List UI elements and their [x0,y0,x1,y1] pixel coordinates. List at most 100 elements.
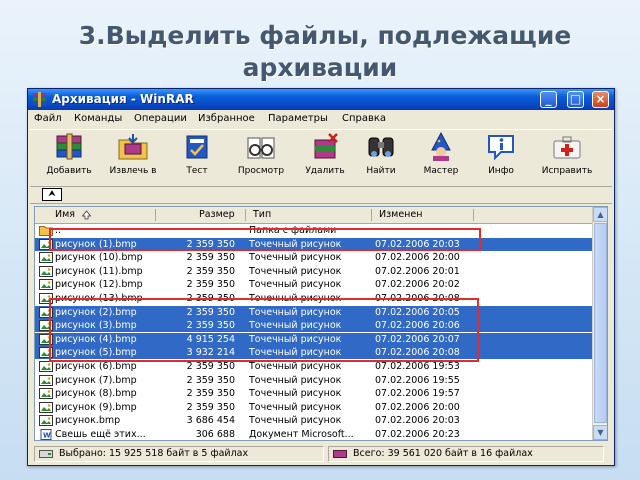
column-size[interactable]: Размер [199,207,235,223]
bitmap-file-icon [39,265,53,277]
info-icon [488,135,514,161]
file-size: 3 932 214 [186,347,235,359]
file-row[interactable]: рисунок (4).bmp 4 915 254 Точечный рисунок… [35,332,592,346]
menu-operations[interactable]: Операции [134,110,187,127]
file-name: рисунок (3).bmp [55,320,137,332]
file-size: 2 359 350 [186,252,235,264]
file-row[interactable]: рисунок (7).bmp 2 359 350 Точечный рисунок… [35,374,592,387]
file-type: Точечный рисунок [249,333,342,345]
minimize-button[interactable]: _ [540,91,557,108]
file-modified: 07.02.2006 20:00 [375,401,460,413]
sort-ascending-icon [81,210,92,220]
file-type: Точечный рисунок [249,388,342,400]
file-size: 2 359 350 [186,388,235,400]
file-modified: 07.02.2006 20:01 [375,265,460,277]
file-row[interactable]: рисунок (6).bmp 2 359 350 Точечный рисунок… [35,360,592,373]
file-modified: 07.02.2006 20:06 [375,320,460,332]
column-modified[interactable]: Изменен [379,207,422,223]
vertical-scrollbar[interactable]: ▲ ▼ [592,207,607,440]
list-header: Имя Размер Тип Изменен [35,207,592,224]
view-button[interactable]: Просмотр [230,130,292,184]
bitmap-file-icon [39,374,53,386]
folder-icon [39,226,53,236]
up-folder-button[interactable]: ⮝ [42,188,62,201]
wizard-button[interactable]: Мастер [410,130,472,184]
file-row[interactable]: рисунок (5).bmp 3 932 214 Точечный рисунок… [35,346,592,360]
scroll-up-arrow-icon[interactable]: ▲ [593,207,607,222]
status-total: Всего: 39 561 020 байт в 16 файлах [328,446,604,462]
column-type[interactable]: Тип [253,207,271,223]
menu-file[interactable]: Файл [34,110,62,127]
file-row[interactable]: рисунок (9).bmp 2 359 350 Точечный рисунок… [35,401,592,414]
find-button[interactable]: Найти [350,130,412,184]
menu-bar: Файл Команды Операции Избранное Параметр… [28,110,614,127]
file-modified: 07.02.2006 20:07 [375,333,460,345]
file-size: 2 359 350 [186,401,235,413]
status-bar: Выбрано: 15 925 518 байт в 5 файлах Всег… [30,445,612,463]
repair-kit-icon [553,136,581,159]
file-type: Точечный рисунок [249,320,342,332]
file-row[interactable]: рисунок (1).bmp 2 359 350 Точечный рисунок… [35,237,592,251]
file-type: Точечный рисунок [249,374,342,386]
repair-button[interactable]: Исправить [536,130,598,184]
scroll-down-arrow-icon[interactable]: ▼ [593,425,607,440]
file-row[interactable]: рисунок (3).bmp 2 359 350 Точечный рисунок… [35,319,592,333]
file-name: рисунок (9).bmp [55,401,137,413]
file-row[interactable]: рисунок.bmp 3 686 454 Точечный рисунок 07.0… [35,414,592,427]
maximize-button[interactable]: □ [567,91,584,108]
slide-title-line2: архивации [242,53,398,82]
file-type: Точечный рисунок [249,279,342,291]
scroll-thumb[interactable] [594,223,607,423]
file-row[interactable]: W Свешь ещё этих... 306 688 Документ Micros… [35,428,592,440]
file-name: рисунок (4).bmp [55,333,137,345]
bitmap-file-icon [39,293,53,304]
find-binoculars-icon [368,137,394,157]
file-list[interactable]: Имя Размер Тип Изменен .. Папка с файлами… [34,206,608,441]
add-label: Добавить [46,166,92,176]
file-row[interactable]: рисунок (2).bmp 2 359 350 Точечный рисунок… [35,305,592,319]
bitmap-file-icon [39,306,53,318]
file-name: рисунок (7).bmp [55,374,137,386]
file-size: 2 359 350 [186,238,235,250]
file-name: .. [55,225,62,236]
test-button[interactable]: Тест [166,130,228,184]
file-row[interactable]: рисунок (8).bmp 2 359 350 Точечный рисунок… [35,387,592,400]
file-modified: 07.02.2006 20:05 [375,306,460,318]
parent-folder-row[interactable]: .. Папка с файлами [35,224,592,237]
file-type: Точечный рисунок [249,347,342,359]
file-row[interactable]: рисунок (11).bmp 2 359 350 Точечный рисуно… [35,265,592,278]
file-modified: 07.02.2006 20:03 [375,238,460,250]
file-type: Документ Microsoft... [249,429,354,440]
file-modified: 07.02.2006 20:00 [375,252,460,264]
bitmap-file-icon [39,388,53,400]
file-name: рисунок.bmp [55,415,121,427]
file-modified: 07.02.2006 20:08 [375,293,460,304]
title-bar[interactable]: Архивация - WinRAR _ □ × [28,89,614,110]
delete-label: Удалить [305,166,345,176]
file-modified: 07.02.2006 20:02 [375,279,460,291]
file-row[interactable]: рисунок (12).bmp 2 359 350 Точечный рисуно… [35,278,592,291]
delete-icon [314,133,338,159]
file-name: рисунок (6).bmp [55,361,137,372]
add-button[interactable]: Добавить [38,130,100,184]
column-name[interactable]: Имя [55,207,75,223]
word-document-icon: W [40,429,52,440]
extract-to-button[interactable]: Извлечь в [102,130,164,184]
file-size: 2 359 350 [186,265,235,277]
file-row[interactable]: рисунок (13).bmp 2 359 350 Точечный рисуно… [35,292,592,305]
file-name: рисунок (11).bmp [55,265,143,277]
file-size: 2 359 350 [186,361,235,372]
file-size: 2 359 350 [186,374,235,386]
delete-button[interactable]: Удалить [294,130,356,184]
test-book-icon [186,135,208,159]
file-size: 2 359 350 [186,306,235,318]
menu-options[interactable]: Параметры [268,110,328,127]
menu-favorites[interactable]: Избранное [198,110,255,127]
menu-commands[interactable]: Команды [74,110,122,127]
close-button[interactable]: × [592,91,609,108]
file-row[interactable]: рисунок (10).bmp 2 359 350 Точечный рисуно… [35,251,592,264]
file-name: рисунок (10).bmp [55,252,143,264]
info-button[interactable]: Инфо [470,130,532,184]
menu-help[interactable]: Справка [342,110,386,127]
file-modified: 07.02.2006 19:57 [375,388,460,400]
